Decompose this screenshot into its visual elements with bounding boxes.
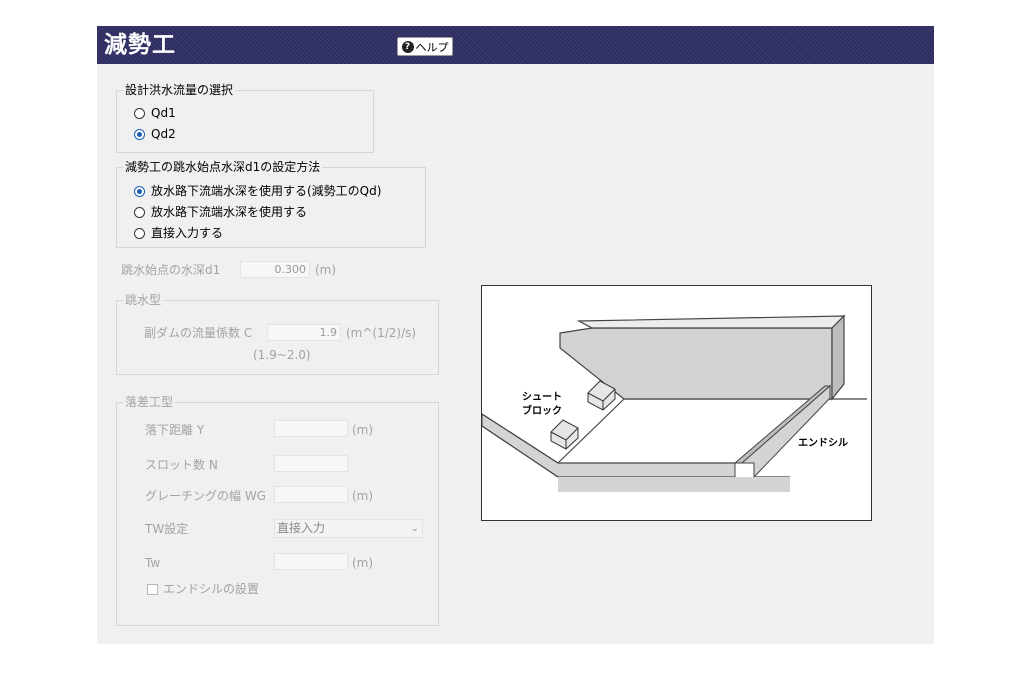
radio-qd2-indicator[interactable] [134, 128, 145, 140]
grating-width-label: グレーチングの幅 WG [145, 489, 266, 503]
slot-count-label: スロット数 N [145, 458, 218, 472]
depth-method-legend: 減勢工の跳水始点水深d1の設定方法 [123, 160, 323, 174]
flow-selection-legend: 設計洪水流量の選択 [123, 83, 236, 97]
endsill-label: エンドシル [798, 437, 848, 449]
downstream-block [558, 477, 790, 492]
basin-floor-side [481, 413, 736, 478]
radio-method-direct[interactable]: 直接入力する [134, 226, 223, 240]
coef-c-unit: (m^(1/2)/s) [346, 326, 417, 340]
fall-distance-label: 落下距離 Y [145, 423, 205, 437]
radio-method-downstream-qd-label: 放水路下流端水深を使用する(減勢工のQd) [151, 184, 382, 198]
chute-block-label-1: シュート [522, 391, 562, 403]
coef-c-range: (1.9~2.0) [253, 348, 311, 362]
stilling-basin-illustration: シュート ブロック エンドシル [481, 314, 867, 492]
endsill-checkbox-label: エンドシルの設置 [163, 582, 260, 596]
tw-setting-label: TW設定 [145, 522, 189, 536]
tw-setting-value: 直接入力 [277, 521, 326, 535]
jump-type-group: 跳水型 副ダムの流量係数 C 1.9 (m^(1/2)/s) (1.9~2.0) [116, 293, 439, 375]
page-title: 減勢工 [104, 32, 176, 58]
radio-method-direct-indicator[interactable] [134, 227, 145, 239]
chute-block-label-2: ブロック [522, 404, 562, 417]
drop-type-legend: 落差工型 [123, 395, 176, 409]
radio-qd2-label: Qd2 [151, 127, 176, 141]
tw-unit: (m) [352, 556, 374, 570]
grating-width-field[interactable] [274, 486, 348, 503]
stilling-basin-diagram: シュート ブロック エンドシル [481, 285, 872, 521]
chute-wall-end [831, 314, 845, 401]
radio-method-downstream-qd-indicator[interactable] [134, 185, 145, 197]
radio-method-downstream-qd[interactable]: 放水路下流端水深を使用する(減勢工のQd) [134, 184, 381, 198]
basin-floor-line [481, 413, 735, 464]
radio-method-downstream-label: 放水路下流端水深を使用する [151, 205, 308, 219]
question-circle-icon: ? [401, 40, 414, 53]
depth-method-group: 減勢工の跳水始点水深d1の設定方法 放水路下流端水深を使用する(減勢工のQd) … [116, 160, 426, 248]
radio-qd1-indicator[interactable] [134, 107, 145, 119]
depth-d1-field[interactable]: 0.300 [240, 261, 310, 278]
radio-qd1[interactable]: Qd1 [134, 106, 176, 120]
fall-distance-field[interactable] [274, 420, 348, 437]
flow-selection-group: 設計洪水流量の選択 Qd1 Qd2 [116, 83, 374, 153]
tw-label: Tw [145, 556, 161, 570]
fall-distance-unit: (m) [352, 423, 374, 437]
help-button[interactable]: ? ヘルプ [397, 37, 453, 56]
radio-method-downstream-indicator[interactable] [134, 206, 145, 218]
radio-qd1-label: Qd1 [151, 106, 176, 120]
chute-wall-top [576, 315, 846, 329]
radio-method-downstream[interactable]: 放水路下流端水深を使用する [134, 205, 307, 219]
help-button-label: ヘルプ [415, 40, 449, 54]
coef-c-field[interactable]: 1.9 [267, 324, 341, 341]
depth-d1-unit: (m) [315, 263, 337, 277]
drop-type-group: 落差工型 落下距離 Y (m) スロット数 N グレーチングの幅 WG (m) … [116, 395, 439, 626]
title-bar: 減勢工 ? ヘルプ [97, 26, 934, 64]
chevron-down-icon: ⌄ [410, 523, 419, 534]
jump-type-legend: 跳水型 [123, 293, 164, 307]
end-sill-face [740, 384, 831, 479]
coef-c-label: 副ダムの流量係数 C [144, 326, 253, 340]
radio-method-direct-label: 直接入力する [151, 226, 224, 240]
endsill-checkbox-row[interactable]: エンドシルの設置 [147, 582, 259, 596]
slot-count-field[interactable] [274, 455, 348, 472]
tw-field[interactable] [274, 553, 348, 570]
tw-setting-select[interactable]: 直接入力 ⌄ [274, 519, 423, 538]
grating-width-unit: (m) [352, 489, 374, 503]
depth-d1-label: 跳水始点の水深d1 [121, 263, 221, 277]
endsill-checkbox[interactable] [147, 583, 158, 595]
radio-qd2[interactable]: Qd2 [134, 127, 176, 141]
